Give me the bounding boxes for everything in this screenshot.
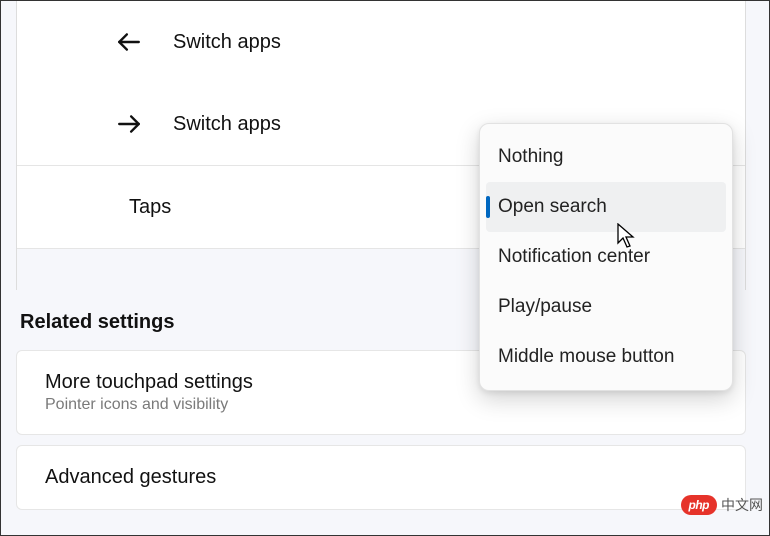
- arrow-right-icon: [107, 111, 151, 137]
- gesture-swipe-right-label: Switch apps: [173, 113, 281, 136]
- watermark-logo: php: [681, 495, 718, 515]
- taps-label: Taps: [129, 196, 171, 219]
- gesture-swipe-left-row[interactable]: Switch apps: [17, 1, 745, 83]
- dropdown-option-middle-mouse[interactable]: Middle mouse button: [486, 332, 726, 382]
- watermark: php 中文网: [681, 495, 764, 515]
- gesture-swipe-left-label: Switch apps: [173, 31, 281, 54]
- watermark-text: 中文网: [721, 495, 763, 515]
- dropdown-option-play-pause[interactable]: Play/pause: [486, 282, 726, 332]
- more-touchpad-sub: Pointer icons and visibility: [45, 396, 717, 414]
- arrow-left-icon: [107, 29, 151, 55]
- dropdown-option-nothing[interactable]: Nothing: [486, 132, 726, 182]
- advanced-gestures-title: Advanced gestures: [45, 466, 717, 489]
- taps-dropdown[interactable]: Nothing Open search Notification center …: [479, 123, 733, 391]
- advanced-gestures-card[interactable]: Advanced gestures: [16, 445, 746, 510]
- dropdown-option-open-search[interactable]: Open search: [486, 182, 726, 232]
- dropdown-option-notification-center[interactable]: Notification center: [486, 232, 726, 282]
